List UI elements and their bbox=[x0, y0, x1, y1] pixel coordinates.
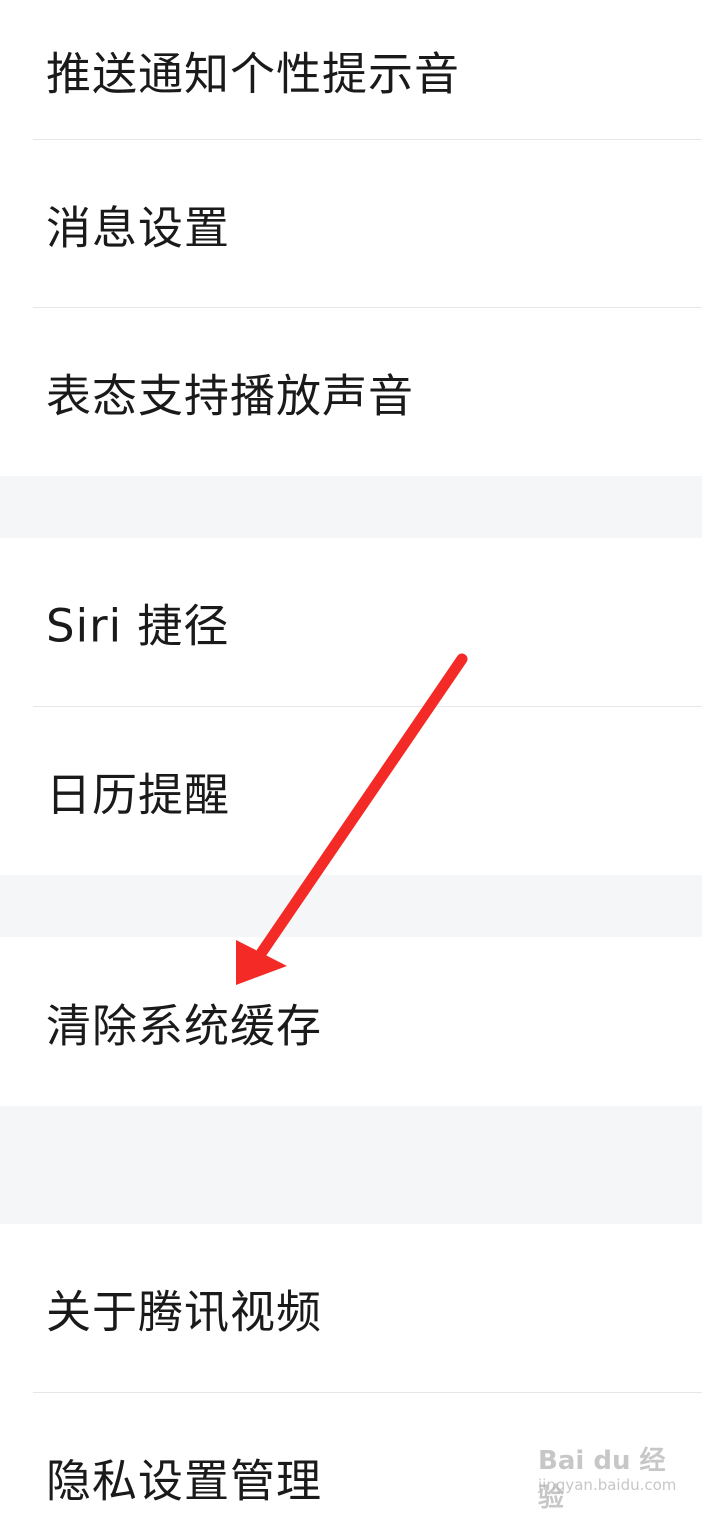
setting-item-push-notification-sound[interactable]: 推送通知个性提示音 bbox=[0, 0, 702, 139]
setting-item-label: 表态支持播放声音 bbox=[46, 369, 415, 423]
setting-item-calendar-reminder[interactable]: 日历提醒 bbox=[0, 707, 702, 875]
setting-item-label: 日历提醒 bbox=[46, 768, 231, 822]
setting-item-clear-cache[interactable]: 清除系统缓存 bbox=[0, 937, 702, 1106]
setting-item-privacy-management[interactable]: 隐私设置管理 bbox=[0, 1393, 702, 1519]
setting-item-label: Siri 捷径 bbox=[46, 599, 230, 653]
setting-item-label: 隐私设置管理 bbox=[46, 1454, 323, 1508]
setting-item-label: 关于腾讯视频 bbox=[46, 1285, 323, 1339]
group-separator bbox=[0, 875, 702, 937]
setting-item-label: 清除系统缓存 bbox=[46, 999, 323, 1052]
setting-item-label: 推送通知个性提示音 bbox=[46, 47, 461, 100]
settings-list: 推送通知个性提示音 消息设置 表态支持播放声音 Siri 捷径 日历提醒 清除系… bbox=[0, 0, 702, 1519]
setting-item-about[interactable]: 关于腾讯视频 bbox=[0, 1224, 702, 1392]
group-separator bbox=[0, 1106, 702, 1224]
group-separator bbox=[0, 476, 702, 538]
setting-item-message-settings[interactable]: 消息设置 bbox=[0, 140, 702, 307]
setting-item-reaction-sound[interactable]: 表态支持播放声音 bbox=[0, 308, 702, 476]
setting-item-label: 消息设置 bbox=[46, 201, 231, 254]
setting-item-siri-shortcuts[interactable]: Siri 捷径 bbox=[0, 538, 702, 706]
